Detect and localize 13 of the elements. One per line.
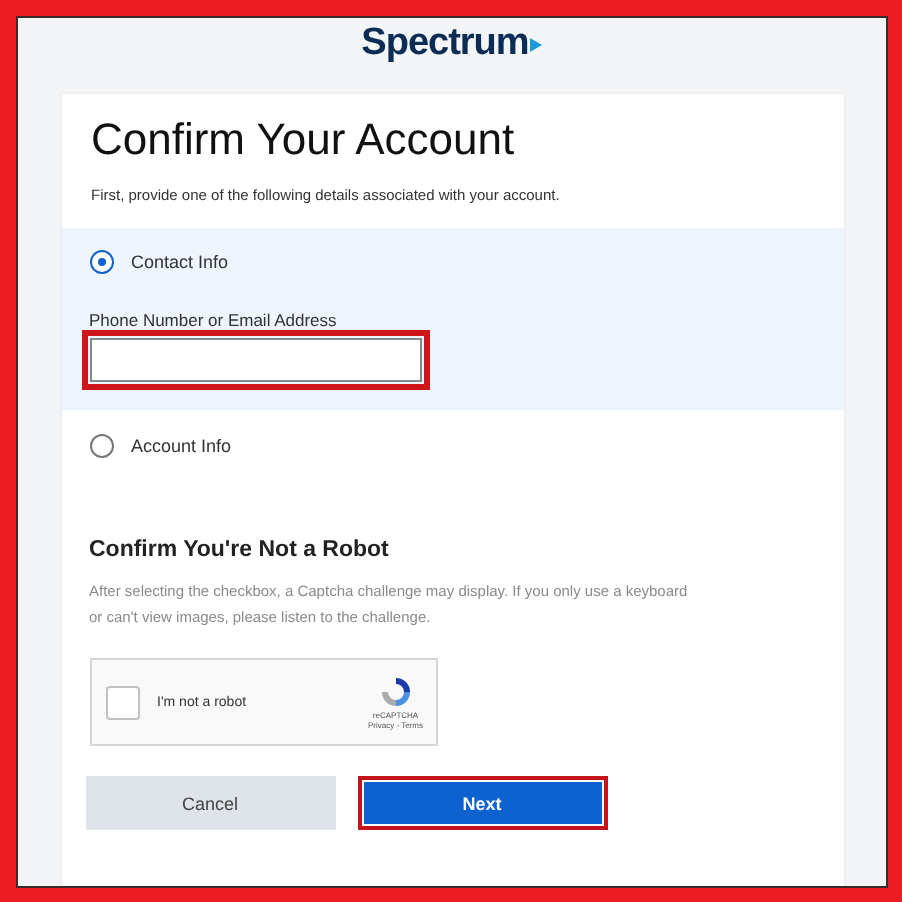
- section-heading: Confirm You're Not a Robot: [89, 538, 391, 562]
- cancel-button[interactable]: Cancel: [85, 776, 335, 830]
- checkbox[interactable]: [105, 685, 139, 719]
- next-button[interactable]: Next: [357, 776, 607, 830]
- recaptcha-icon: [377, 674, 414, 710]
- page-title: Confirm Your Account: [91, 114, 517, 166]
- logo: Spectrum: [361, 22, 529, 66]
- radio-button[interactable]: [89, 434, 113, 458]
- radio-button[interactable]: [89, 250, 113, 274]
- radio-label: Contact Info: [131, 252, 229, 272]
- play-arrow-icon: [530, 37, 543, 51]
- field-label: Phone Number or Email Address: [89, 310, 339, 330]
- radio-label: Account Info: [131, 436, 232, 456]
